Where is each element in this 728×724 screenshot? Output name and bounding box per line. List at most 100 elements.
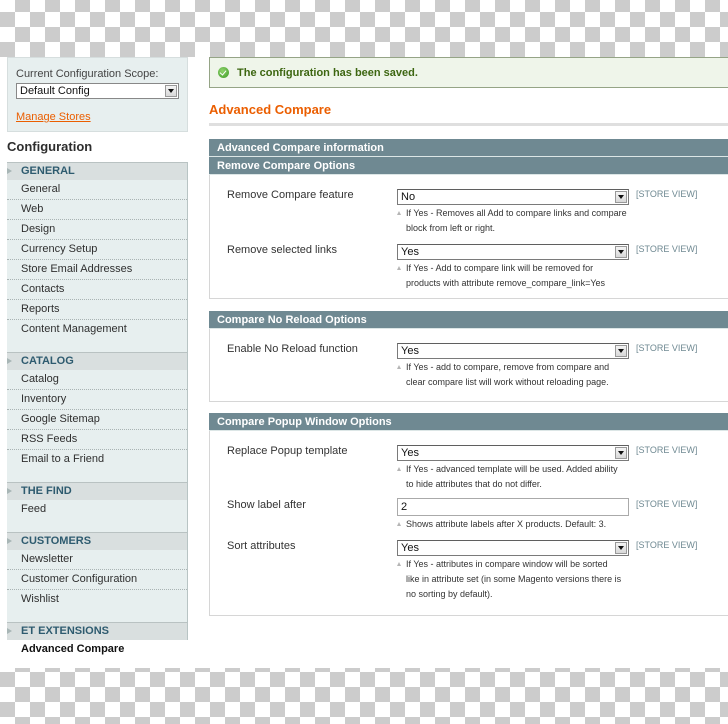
sidebar-item-inventory[interactable]: Inventory <box>7 390 187 410</box>
config-title: Configuration <box>7 132 188 162</box>
field-label: Show label after <box>227 499 306 511</box>
sidebar-item-design[interactable]: Design <box>7 220 187 240</box>
note-line: If Yes - add to compare, remove from com… <box>406 362 610 372</box>
sidebar-item-catalog[interactable]: Catalog <box>7 370 187 390</box>
sidebar-item-content-management[interactable]: Content Management <box>7 320 187 340</box>
expand-triangle-icon <box>7 168 12 174</box>
select-value: Yes <box>401 447 419 459</box>
sidebar-item-currency-setup[interactable]: Currency Setup <box>7 240 187 260</box>
nav-group-the-find: THE FIND Feed <box>7 482 188 532</box>
sidebar-item-reports[interactable]: Reports <box>7 300 187 320</box>
show-label-after-input[interactable]: 2 <box>397 498 629 516</box>
nav-group-label: CATALOG <box>21 355 74 367</box>
expand-triangle-icon <box>7 358 12 364</box>
success-check-icon <box>218 67 229 78</box>
scope-switcher: Current Configuration Scope: Default Con… <box>7 57 188 132</box>
remove-compare-feature-select[interactable]: No <box>397 189 629 205</box>
nav-group-title[interactable]: THE FIND <box>7 482 187 500</box>
admin-page: Current Configuration Scope: Default Con… <box>0 57 728 668</box>
chevron-down-icon <box>165 85 177 97</box>
sidebar-item-feed[interactable]: Feed <box>7 500 187 520</box>
chevron-down-icon <box>615 447 627 459</box>
sidebar-item-google-sitemap[interactable]: Google Sitemap <box>7 410 187 430</box>
field-note: If Yes - attributes in compare window wi… <box>397 557 629 602</box>
sidebar-item-customer-configuration[interactable]: Customer Configuration <box>7 570 187 590</box>
field-show-label-after: Show label after 2 Shows attribute label… <box>210 493 728 534</box>
field-note: If Yes - advanced template will be used.… <box>397 462 629 492</box>
note-line: If Yes - Add to compare link will be rem… <box>406 263 594 273</box>
note-line: like in attribute set (in some Magento v… <box>406 574 622 584</box>
sidebar-item-web[interactable]: Web <box>7 200 187 220</box>
field-note: If Yes - Add to compare link will be rem… <box>397 261 629 291</box>
section-remove-compare-options: Remove Compare Options Remove Compare fe… <box>209 157 728 299</box>
nav-group-title[interactable]: CATALOG <box>7 352 187 370</box>
scope-tag: [STORE VIEW] <box>636 540 698 550</box>
enable-no-reload-select[interactable]: Yes <box>397 343 629 359</box>
section-advanced-compare-information: Advanced Compare information <box>209 139 728 157</box>
scope-select-value: Default Config <box>20 85 90 97</box>
nav-group-title[interactable]: GENERAL <box>7 162 187 180</box>
note-arrow-icon <box>397 365 401 369</box>
sidebar-item-newsletter[interactable]: Newsletter <box>7 550 187 570</box>
scope-tag: [STORE VIEW] <box>636 445 698 455</box>
note-line: If Yes - Removes all Add to compare link… <box>406 208 627 218</box>
section-header[interactable]: Remove Compare Options <box>209 157 728 175</box>
scope-tag: [STORE VIEW] <box>636 244 698 254</box>
nav-group-title[interactable]: ET EXTENSIONS <box>7 622 188 640</box>
expand-triangle-icon <box>7 488 12 494</box>
chevron-down-icon <box>615 246 627 258</box>
scope-tag: [STORE VIEW] <box>636 189 698 199</box>
section-header[interactable]: Compare No Reload Options <box>209 311 728 329</box>
nav-group-title[interactable]: CUSTOMERS <box>7 532 187 550</box>
sidebar-item-rss-feeds[interactable]: RSS Feeds <box>7 430 187 450</box>
nav-group-label: ET EXTENSIONS <box>21 625 110 637</box>
sort-attributes-select[interactable]: Yes <box>397 540 629 556</box>
page-title: Advanced Compare <box>209 102 728 126</box>
sidebar-item-wishlist[interactable]: Wishlist <box>7 590 187 610</box>
nav-group-customers: CUSTOMERS Newsletter Customer Configurat… <box>7 532 188 622</box>
section-header[interactable]: Advanced Compare information <box>209 139 728 157</box>
nav-group-et-extensions: ET EXTENSIONS Advanced Compare <box>7 622 188 660</box>
replace-popup-template-select[interactable]: Yes <box>397 445 629 461</box>
note-arrow-icon <box>397 522 401 526</box>
select-value: Yes <box>401 246 419 258</box>
select-value: Yes <box>401 345 419 357</box>
note-arrow-icon <box>397 467 401 471</box>
field-label: Remove selected links <box>227 244 338 256</box>
remove-selected-links-select[interactable]: Yes <box>397 244 629 260</box>
section-compare-popup-window-options: Compare Popup Window Options Replace Pop… <box>209 413 728 616</box>
scope-select[interactable]: Default Config <box>16 83 179 99</box>
scope-label: Current Configuration Scope: <box>16 68 159 80</box>
select-value: No <box>401 191 416 203</box>
chevron-down-icon <box>615 345 627 357</box>
note-line: no sorting by default). <box>406 589 493 599</box>
select-value: Yes <box>401 542 419 554</box>
field-remove-selected-links: Remove selected links Yes If Yes - Add t… <box>210 238 728 293</box>
sidebar-item-store-email-addresses[interactable]: Store Email Addresses <box>7 260 187 280</box>
field-label: Enable No Reload function <box>227 343 358 355</box>
sidebar-item-email-to-a-friend[interactable]: Email to a Friend <box>7 450 187 470</box>
field-sort-attributes: Sort attributes Yes If Yes - attributes … <box>210 534 728 604</box>
note-arrow-icon <box>397 266 401 270</box>
expand-triangle-icon <box>7 628 12 634</box>
nav-group-label: THE FIND <box>21 485 72 497</box>
nav-group-label: CUSTOMERS <box>21 535 92 547</box>
chevron-down-icon <box>615 191 627 203</box>
field-remove-compare-feature: Remove Compare feature No If Yes - Remov… <box>210 183 728 238</box>
sidebar-item-advanced-compare[interactable]: Advanced Compare <box>7 640 188 660</box>
success-message-text: The configuration has been saved. <box>237 66 418 79</box>
sidebar-item-general[interactable]: General <box>7 180 187 200</box>
note-line: If Yes - attributes in compare window wi… <box>406 559 608 569</box>
note-arrow-icon <box>397 211 401 215</box>
sidebar-item-contacts[interactable]: Contacts <box>7 280 187 300</box>
field-label: Replace Popup template <box>227 445 348 457</box>
section-compare-no-reload-options: Compare No Reload Options Enable No Relo… <box>209 311 728 402</box>
note-arrow-icon <box>397 562 401 566</box>
expand-triangle-icon <box>7 538 12 544</box>
section-header[interactable]: Compare Popup Window Options <box>209 413 728 431</box>
chevron-down-icon <box>615 542 627 554</box>
field-enable-no-reload-function: Enable No Reload function Yes If Yes - a… <box>210 337 728 392</box>
config-sidebar: Current Configuration Scope: Default Con… <box>7 57 188 660</box>
manage-stores-link[interactable]: Manage Stores <box>16 111 91 123</box>
note-line: If Yes - advanced template will be used.… <box>406 464 618 474</box>
